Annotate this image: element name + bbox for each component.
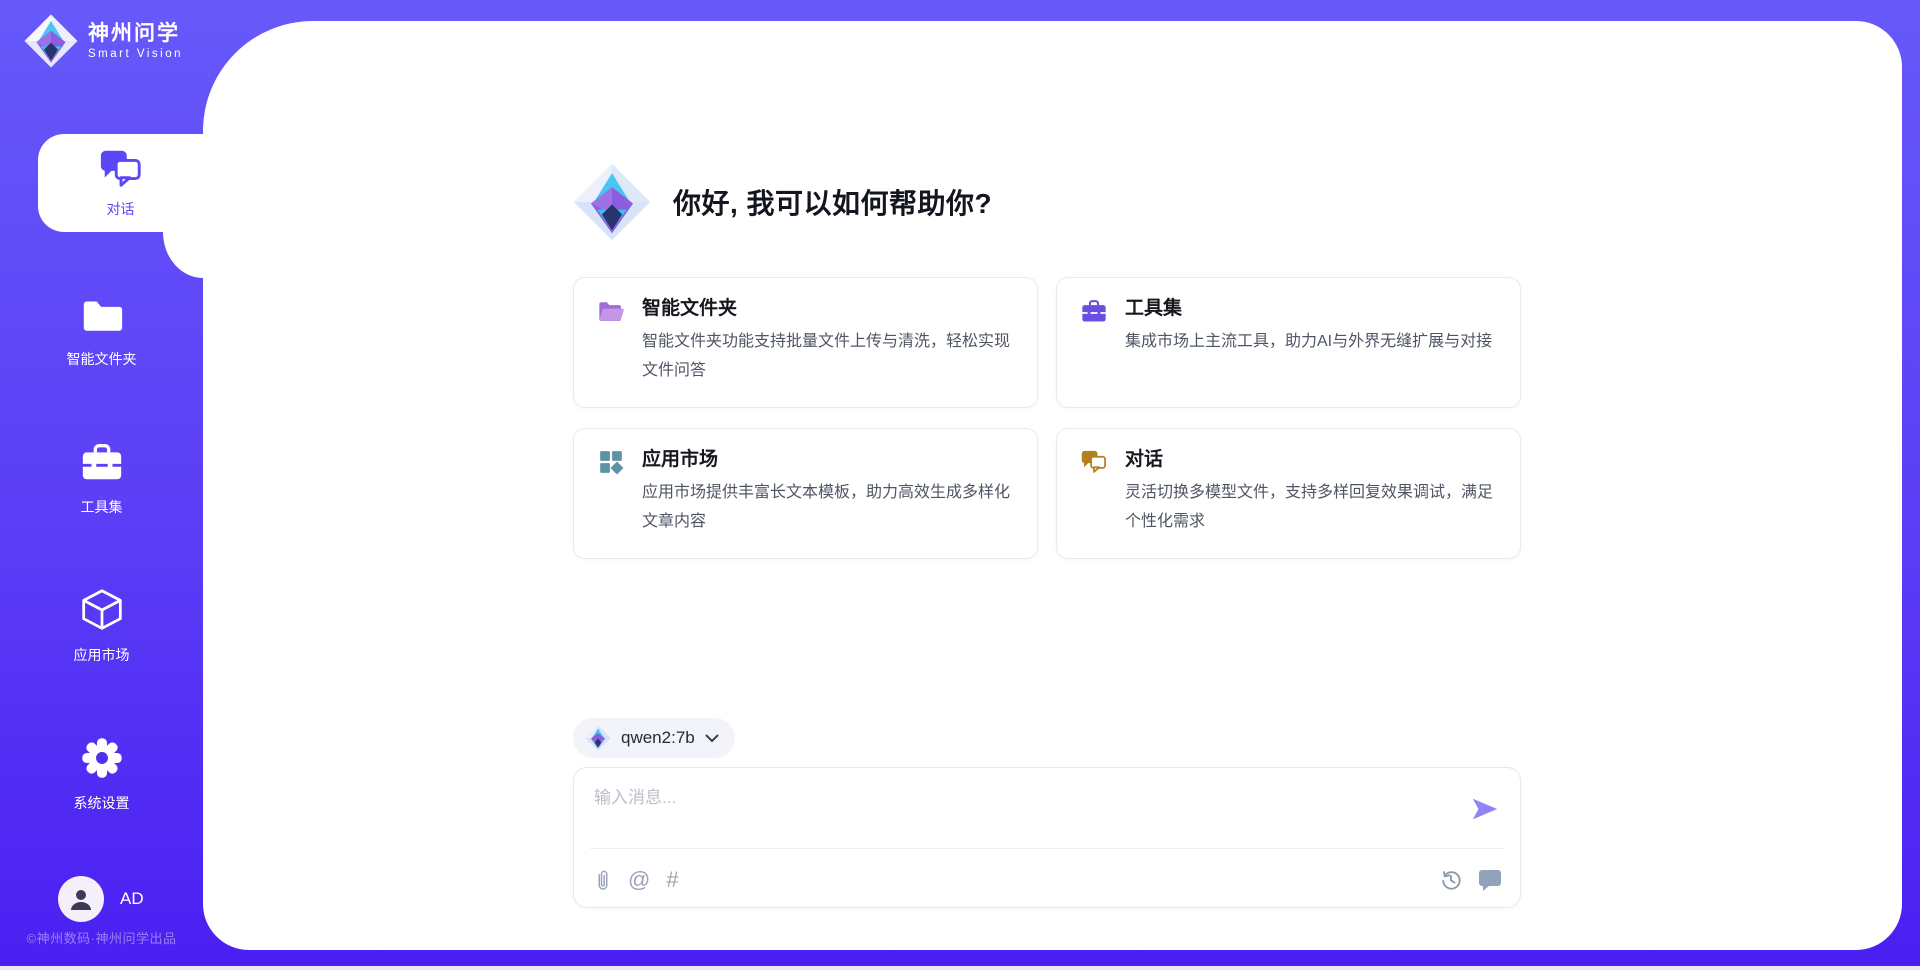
card-title: 智能文件夹 xyxy=(642,296,1015,322)
user-initials: AD xyxy=(120,889,144,909)
card-app-market[interactable]: 应用市场 应用市场提供丰富长文本模板，助力高效生成多样化文章内容 xyxy=(573,428,1038,559)
active-tab-scoop xyxy=(163,232,203,278)
sidebar-item-settings[interactable]: 系统设置 xyxy=(0,736,203,813)
app-root: { "brand": { "name": "神州问学", "subtitle":… xyxy=(0,0,1920,970)
person-icon xyxy=(68,886,94,912)
open-folder-icon xyxy=(597,298,625,324)
chat-bubbles-icon xyxy=(1080,449,1108,475)
model-logo-diamond-icon xyxy=(585,725,611,751)
composer-divider xyxy=(590,848,1504,849)
hash-icon[interactable]: # xyxy=(666,869,678,891)
card-description: 灵活切换多模型文件，支持多样回复效果调试，满足个性化需求 xyxy=(1125,478,1498,536)
card-description: 智能文件夹功能支持批量文件上传与清洗，轻松实现文件问答 xyxy=(642,327,1015,385)
card-title: 工具集 xyxy=(1125,296,1498,322)
cube-icon xyxy=(79,588,125,632)
toolbox-icon xyxy=(79,440,125,484)
card-smart-folder[interactable]: 智能文件夹 智能文件夹功能支持批量文件上传与清洗，轻松实现文件问答 xyxy=(573,277,1038,408)
mention-icon[interactable]: @ xyxy=(628,869,650,891)
conversations-icon[interactable] xyxy=(1478,869,1502,892)
send-icon[interactable] xyxy=(1470,794,1500,824)
sidebar-item-label: 对话 xyxy=(38,199,203,219)
sidebar-item-label: 系统设置 xyxy=(0,793,203,813)
folder-icon xyxy=(79,292,125,336)
copyright-text: ©神州数码·神州问学出品 xyxy=(0,928,203,947)
brand: 神州问学 Smart Vision xyxy=(24,14,183,68)
message-composer: @ # xyxy=(573,767,1521,908)
sidebar-item-label: 智能文件夹 xyxy=(0,349,203,369)
card-body: 工具集 集成市场上主流工具，助力AI与外界无缝扩展与对接 xyxy=(1125,296,1498,407)
feature-cards: 智能文件夹 智能文件夹功能支持批量文件上传与清洗，轻松实现文件问答 工具集 集成… xyxy=(573,277,1521,559)
chevron-down-icon xyxy=(705,734,719,743)
card-title: 应用市场 xyxy=(642,447,1015,473)
sidebar-item-toolset[interactable]: 工具集 xyxy=(0,440,203,517)
avatar xyxy=(58,876,104,922)
brand-logo-diamond-icon xyxy=(24,14,78,68)
brand-text: 神州问学 Smart Vision xyxy=(88,22,183,60)
briefcase-icon xyxy=(1080,298,1108,324)
center-column: 你好, 我可以如何帮助你? 智能文件夹 智能文件夹功能支持批量文件上传与清洗，轻… xyxy=(573,21,1523,950)
sidebar-item-chat[interactable]: 对话 xyxy=(38,134,203,232)
composer-tools-right xyxy=(1440,869,1502,892)
card-body: 应用市场 应用市场提供丰富长文本模板，助力高效生成多样化文章内容 xyxy=(642,447,1015,558)
brand-name: 神州问学 xyxy=(88,22,183,46)
greeting: 你好, 我可以如何帮助你? xyxy=(573,163,992,241)
bottom-edge-strip xyxy=(0,966,1920,970)
gear-icon xyxy=(79,736,125,780)
attachment-icon[interactable] xyxy=(594,867,612,893)
card-title: 对话 xyxy=(1125,447,1498,473)
chat-icon xyxy=(98,147,144,191)
sidebar-item-label: 工具集 xyxy=(0,497,203,517)
card-body: 对话 灵活切换多模型文件，支持多样回复效果调试，满足个性化需求 xyxy=(1125,447,1498,558)
card-toolset[interactable]: 工具集 集成市场上主流工具，助力AI与外界无缝扩展与对接 xyxy=(1056,277,1521,408)
card-description: 集成市场上主流工具，助力AI与外界无缝扩展与对接 xyxy=(1125,327,1498,356)
sidebar-item-app-market[interactable]: 应用市场 xyxy=(0,588,203,665)
composer-tools-left: @ # xyxy=(594,867,679,893)
main-panel: 你好, 我可以如何帮助你? 智能文件夹 智能文件夹功能支持批量文件上传与清洗，轻… xyxy=(203,21,1902,950)
history-icon[interactable] xyxy=(1440,869,1462,891)
composer-toolbar: @ # xyxy=(594,862,1502,898)
card-body: 智能文件夹 智能文件夹功能支持批量文件上传与清洗，轻松实现文件问答 xyxy=(642,296,1015,407)
sidebar: 神州问学 Smart Vision 对话 智能文件夹 工具集 xyxy=(0,0,203,970)
model-selector[interactable]: qwen2:7b xyxy=(573,718,735,758)
message-input[interactable] xyxy=(594,783,1434,841)
greeting-text: 你好, 我可以如何帮助你? xyxy=(673,182,992,222)
blocks-icon xyxy=(597,449,625,475)
sidebar-item-label: 应用市场 xyxy=(0,645,203,665)
sidebar-item-smart-folder[interactable]: 智能文件夹 xyxy=(0,292,203,369)
model-name: qwen2:7b xyxy=(621,728,695,748)
card-description: 应用市场提供丰富长文本模板，助力高效生成多样化文章内容 xyxy=(642,478,1015,536)
brand-subtitle: Smart Vision xyxy=(88,48,183,60)
user-account[interactable]: AD xyxy=(58,876,144,922)
card-chat[interactable]: 对话 灵活切换多模型文件，支持多样回复效果调试，满足个性化需求 xyxy=(1056,428,1521,559)
app-logo-diamond-icon xyxy=(573,163,651,241)
